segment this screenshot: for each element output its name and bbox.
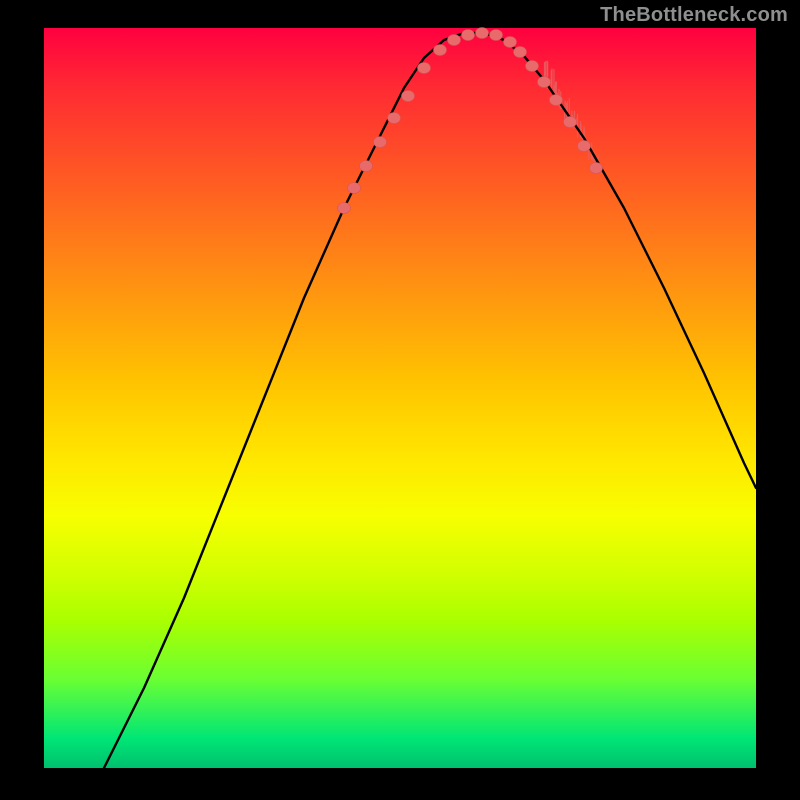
- highlight-marker: [550, 95, 563, 106]
- highlight-marker: [514, 47, 527, 58]
- highlight-marker: [490, 30, 503, 41]
- highlight-marker: [504, 37, 517, 48]
- highlight-marker: [590, 163, 603, 174]
- highlight-marker: [434, 45, 447, 56]
- highlight-marker: [338, 203, 351, 214]
- highlight-marker: [360, 161, 373, 172]
- chart-svg: [44, 28, 756, 768]
- chart-stage: TheBottleneck.com: [0, 0, 800, 800]
- highlight-marker: [374, 137, 387, 148]
- highlight-marker: [538, 77, 551, 88]
- highlight-marker: [402, 91, 415, 102]
- highlight-marker: [462, 30, 475, 41]
- highlight-marker: [578, 141, 591, 152]
- markers-group: [338, 28, 603, 214]
- highlight-marker: [418, 63, 431, 74]
- highlight-marker: [348, 183, 361, 194]
- highlight-marker: [388, 113, 401, 124]
- highlight-marker: [448, 35, 461, 46]
- highlight-marker: [526, 61, 539, 72]
- highlight-marker: [476, 28, 489, 39]
- bottleneck-curve: [104, 33, 756, 768]
- watermark-text: TheBottleneck.com: [600, 4, 788, 27]
- highlight-marker: [564, 117, 577, 128]
